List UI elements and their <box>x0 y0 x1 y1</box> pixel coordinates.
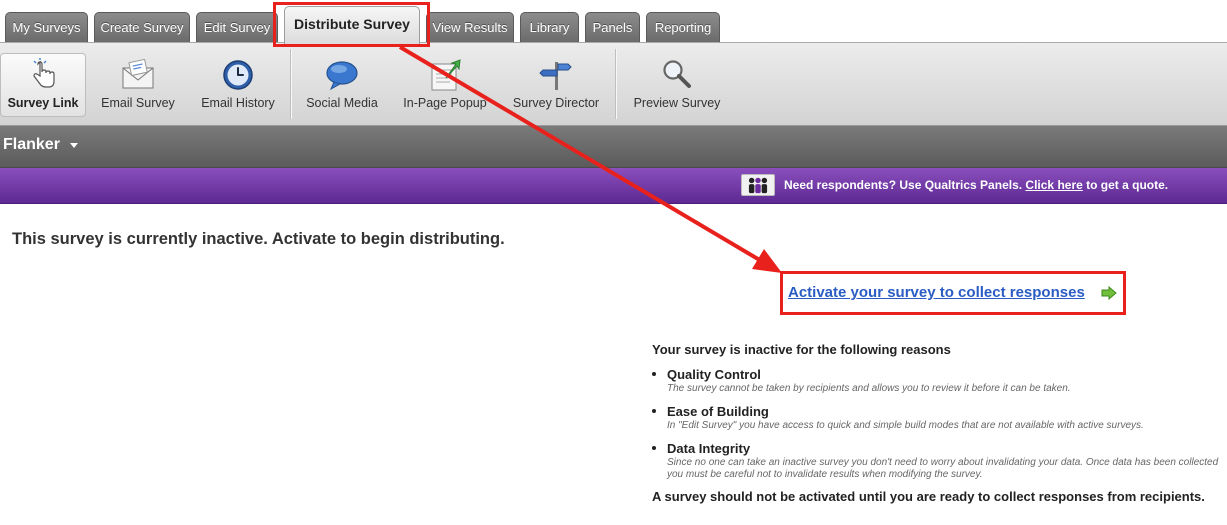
in-page-popup-button[interactable]: In-Page Popup <box>396 43 494 125</box>
preview-survey-label: Preview Survey <box>633 96 721 110</box>
email-history-button[interactable]: Email History <box>194 43 282 125</box>
promo-text-after: to get a quote. <box>1086 178 1169 192</box>
chevron-down-icon[interactable] <box>70 143 78 148</box>
reason-description: The survey cannot be taken by recipients… <box>667 383 1071 394</box>
distribute-toolbar: Survey Link Email Survey Email History S… <box>0 43 1227 126</box>
toolbar-divider <box>615 49 616 119</box>
email-history-label: Email History <box>201 96 275 110</box>
tab-create-survey[interactable]: Create Survey <box>94 12 190 43</box>
preview-survey-button[interactable]: Preview Survey <box>627 43 727 125</box>
reason-description: Since no one can take an inactive survey… <box>667 457 1219 480</box>
tab-reporting[interactable]: Reporting <box>646 12 720 43</box>
tab-edit-survey[interactable]: Edit Survey <box>196 12 278 43</box>
activation-note: A survey should not be activated until y… <box>652 489 1205 504</box>
bullet-icon <box>652 409 656 413</box>
reason-title: Data Integrity <box>667 441 751 456</box>
pointing-hand-icon <box>33 58 55 88</box>
tab-my-surveys[interactable]: My Surveys <box>5 12 88 43</box>
tab-view-results[interactable]: View Results <box>426 12 514 43</box>
tab-panels[interactable]: Panels <box>585 12 640 43</box>
signpost-icon <box>539 62 572 90</box>
reason-title: Ease of Building <box>667 404 769 419</box>
survey-link-label: Survey Link <box>7 96 79 110</box>
reason-description: In "Edit Survey" you have access to quic… <box>667 420 1144 431</box>
main-tab-bar: My Surveys Create Survey Edit Survey Dis… <box>0 0 1227 44</box>
in-page-popup-label: In-Page Popup <box>403 96 487 110</box>
survey-name-bar: Flanker <box>0 126 1227 168</box>
reason-title: Quality Control <box>667 367 761 382</box>
email-survey-label: Email Survey <box>101 96 175 110</box>
clock-icon <box>223 60 253 90</box>
toolbar-divider <box>290 49 291 119</box>
bullet-icon <box>652 372 656 376</box>
inactive-message: This survey is currently inactive. Activ… <box>12 230 505 248</box>
reasons-heading: Your survey is inactive for the followin… <box>652 342 951 357</box>
envelope-icon <box>122 58 154 89</box>
social-media-label: Social Media <box>306 96 378 110</box>
arrow-right-icon[interactable] <box>1101 286 1117 300</box>
bullet-icon <box>652 446 656 450</box>
tab-library[interactable]: Library <box>520 12 579 43</box>
people-icon <box>741 174 775 196</box>
promo-text: Need respondents? Use Qualtrics Panels. … <box>784 178 1168 192</box>
magnifier-icon <box>663 60 691 88</box>
activate-survey-link[interactable]: Activate your survey to collect response… <box>788 284 1085 301</box>
popup-page-icon <box>431 59 461 91</box>
speech-bubble-icon <box>326 61 358 91</box>
inactive-reasons: Your survey is inactive for the followin… <box>652 342 1222 504</box>
survey-director-label: Survey Director <box>512 96 600 110</box>
panels-promo-banner: Need respondents? Use Qualtrics Panels. … <box>0 168 1227 204</box>
social-media-button[interactable]: Social Media <box>298 43 386 125</box>
survey-director-button[interactable]: Survey Director <box>506 43 606 125</box>
survey-link-button[interactable]: Survey Link <box>0 43 86 125</box>
email-survey-button[interactable]: Email Survey <box>94 43 182 125</box>
promo-text-before: Need respondents? Use Qualtrics Panels. <box>784 178 1023 192</box>
survey-name-dropdown[interactable]: Flanker <box>3 136 60 154</box>
promo-click-here-link[interactable]: Click here <box>1025 178 1082 192</box>
tab-distribute-survey[interactable]: Distribute Survey <box>284 6 420 44</box>
